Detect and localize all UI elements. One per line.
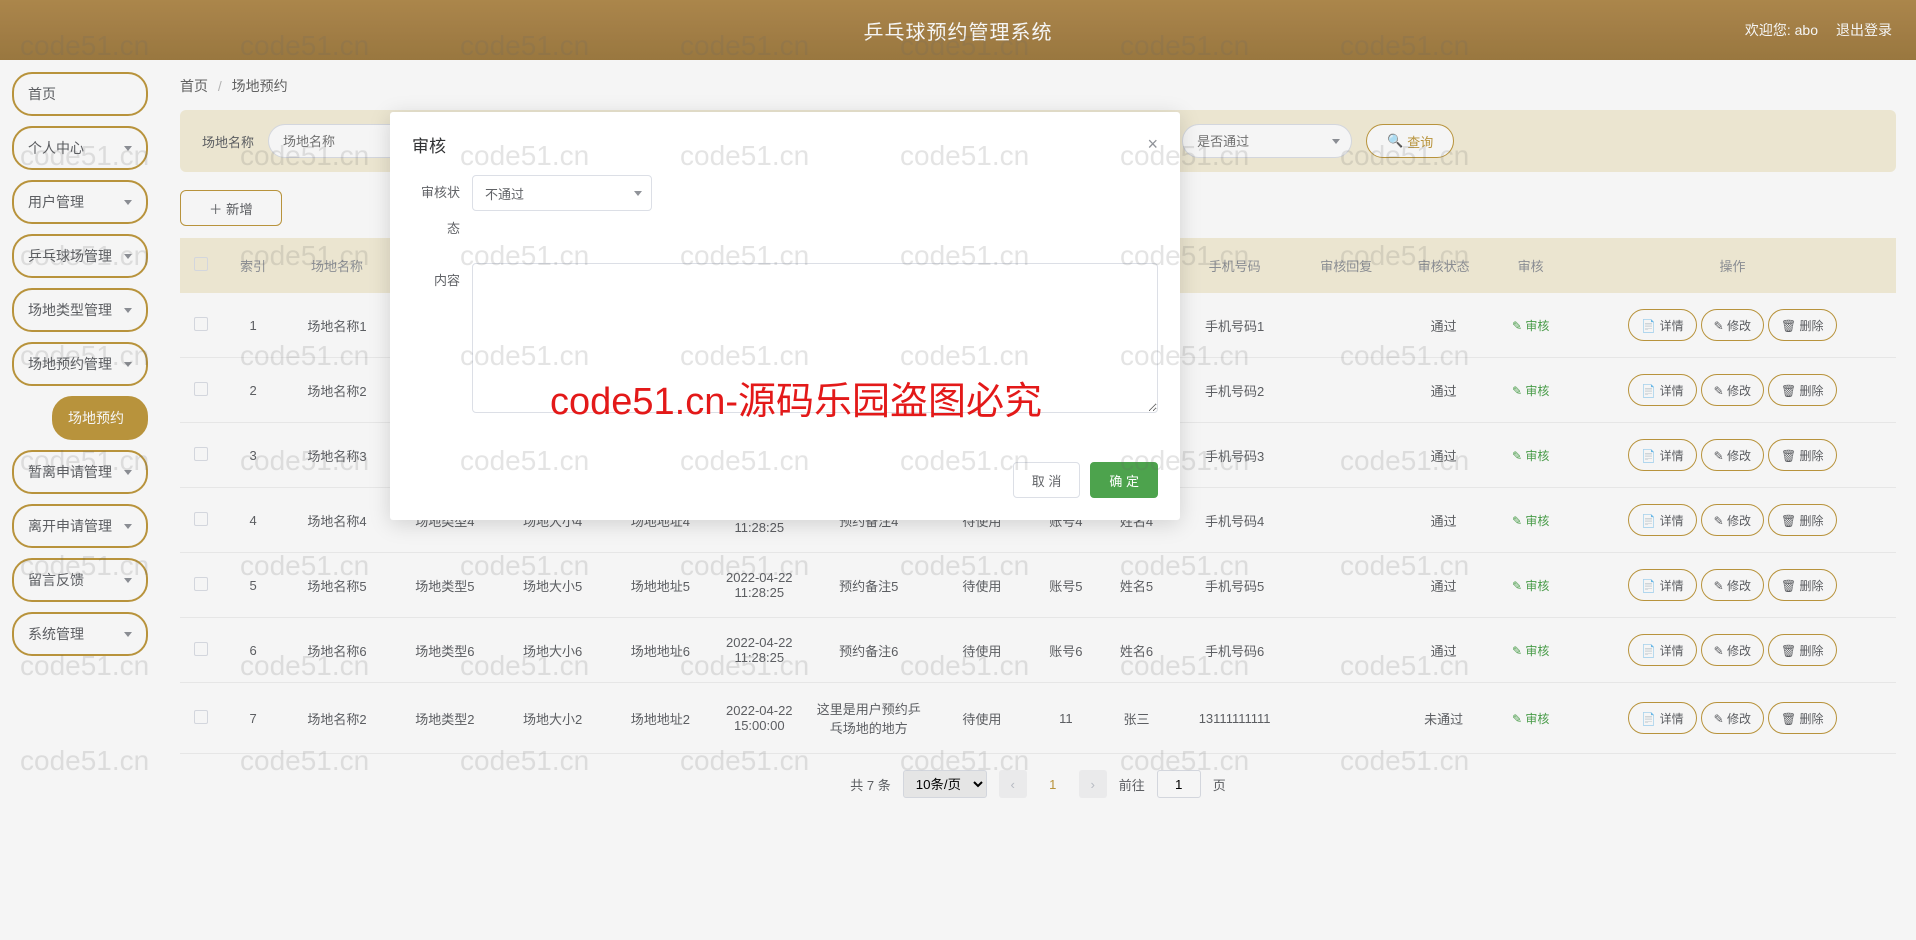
ok-button[interactable]: 确 定 — [1090, 462, 1158, 498]
chevron-down-icon — [634, 191, 642, 196]
close-icon[interactable]: × — [1147, 134, 1158, 155]
audit-dialog: 审核 × 审核状态 内容 取 消 确 定 — [390, 112, 1180, 520]
status-select[interactable] — [472, 175, 652, 211]
cancel-button[interactable]: 取 消 — [1013, 462, 1081, 498]
dialog-title: 审核 — [412, 132, 446, 157]
content-label: 内容 — [412, 263, 472, 416]
content-textarea[interactable] — [472, 263, 1158, 413]
status-label: 审核状态 — [412, 175, 472, 247]
